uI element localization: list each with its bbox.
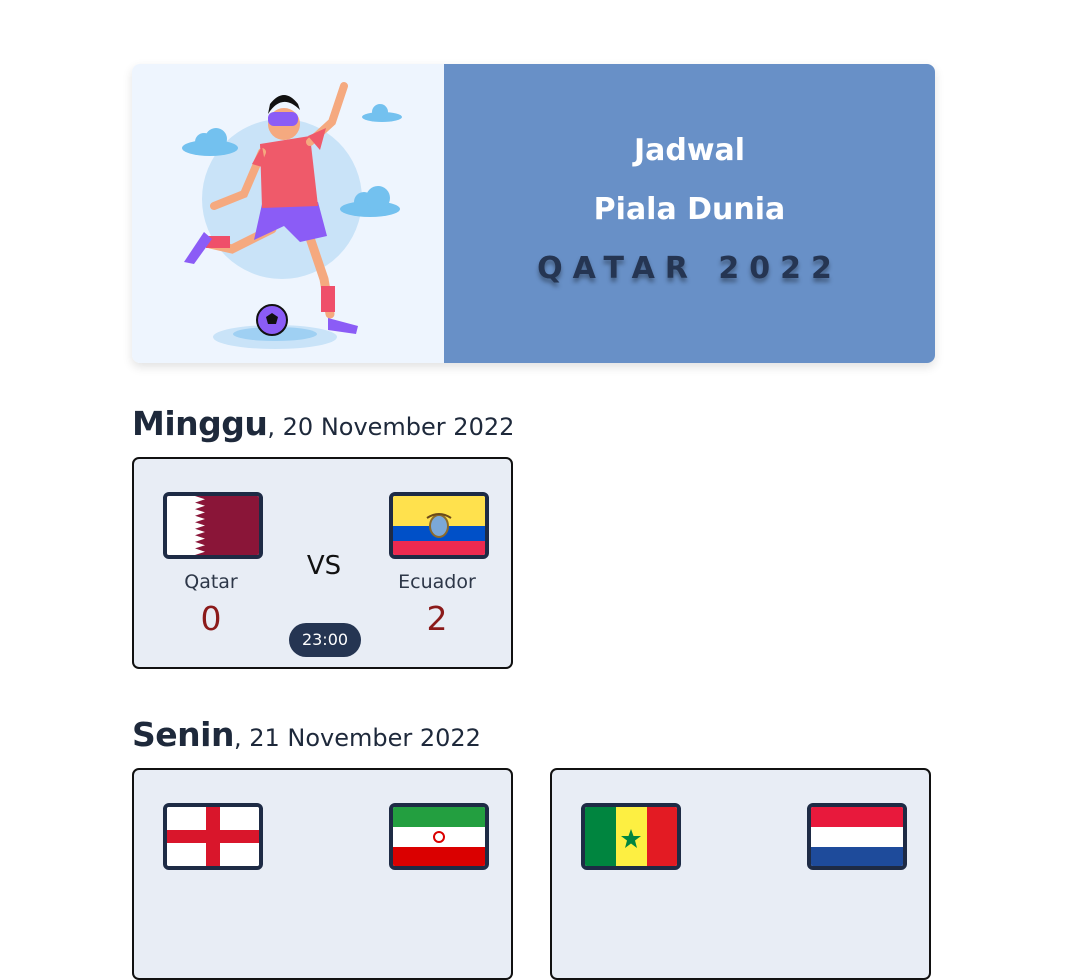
match-card-england-iran[interactable]: [132, 768, 513, 980]
ecuador-flag-icon: [389, 492, 489, 559]
hero-illustration: [132, 64, 444, 363]
day-name: Minggu: [132, 404, 268, 443]
day-header-senin: Senin, 21 November 2022: [132, 715, 481, 754]
england-flag-icon: [163, 803, 263, 870]
hero-title-qatar-2022: QATAR 2022: [537, 251, 842, 286]
score-qatar: 0: [200, 599, 222, 638]
day-date: , 20 November 2022: [267, 413, 515, 441]
senegal-flag-icon: [581, 803, 681, 870]
day-header-minggu: Minggu, 20 November 2022: [132, 404, 514, 443]
match-card-senegal-netherlands[interactable]: [550, 768, 931, 980]
netherlands-flag-icon: [807, 803, 907, 870]
vs-label: VS: [306, 551, 342, 581]
qatar-flag-icon: [163, 492, 263, 559]
day-name: Senin: [132, 715, 234, 754]
hero-title-jadwal: Jadwal: [633, 133, 746, 168]
football-player-illustration: [182, 82, 402, 349]
match-time-badge: 23:00: [289, 623, 361, 657]
match-card-qatar-ecuador[interactable]: Qatar 0 VS 23:00 Ecuador 2: [132, 457, 513, 669]
iran-flag-icon: [389, 803, 489, 870]
hero-title-piala-dunia: Piala Dunia: [593, 192, 786, 227]
hero-banner: Jadwal Piala Dunia QATAR 2022: [132, 64, 935, 363]
score-ecuador: 2: [426, 599, 448, 638]
day-date: , 21 November 2022: [233, 724, 481, 752]
team-name-ecuador: Ecuador: [398, 571, 476, 593]
hero-title-panel: Jadwal Piala Dunia QATAR 2022: [444, 64, 935, 363]
team-name-qatar: Qatar: [184, 571, 238, 593]
